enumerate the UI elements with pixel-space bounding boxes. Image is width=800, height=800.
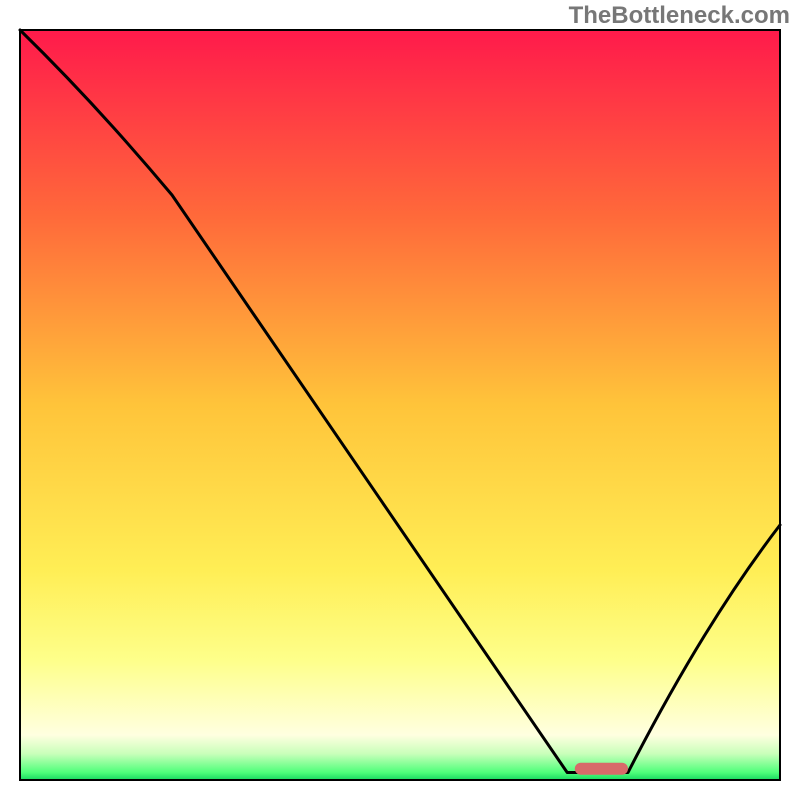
chart-frame: TheBottleneck.com <box>0 0 800 800</box>
bottleneck-chart <box>0 0 800 800</box>
optimal-range-marker <box>575 763 628 775</box>
plot-background <box>20 30 780 780</box>
